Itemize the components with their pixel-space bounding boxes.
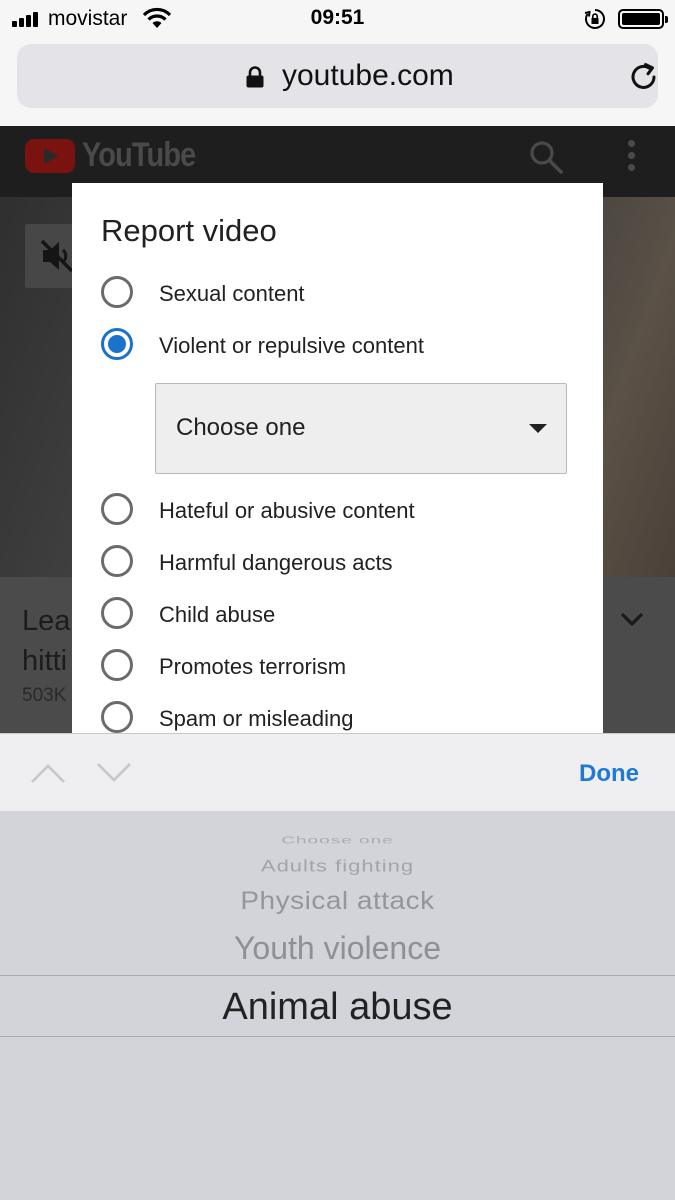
- battery-icon: [618, 9, 668, 29]
- done-button[interactable]: Done: [579, 760, 639, 788]
- dropdown-arrow-icon: [529, 424, 547, 433]
- radio-button[interactable]: [101, 649, 133, 681]
- muted-speaker-icon: [40, 239, 74, 273]
- option-sexual-content[interactable]: Sexual content: [101, 273, 581, 313]
- radio-button-selected[interactable]: [101, 328, 133, 360]
- option-promotes-terrorism[interactable]: Promotes terrorism: [101, 646, 581, 686]
- picker-item[interactable]: Choose one: [0, 835, 675, 844]
- option-label: Harmful dangerous acts: [159, 550, 393, 575]
- option-violent-repulsive-content[interactable]: Violent or repulsive content: [101, 325, 581, 365]
- option-label: Hateful or abusive content: [159, 498, 415, 523]
- picker-toolbar: Done: [0, 733, 675, 811]
- youtube-logo-text: YouTube: [82, 136, 196, 174]
- url-text: youtube.com: [282, 59, 454, 92]
- option-label: Sexual content: [159, 281, 305, 306]
- search-icon[interactable]: [528, 139, 564, 175]
- radio-button[interactable]: [101, 276, 133, 308]
- padlock-icon: [246, 66, 264, 88]
- picker-item[interactable]: Adults fighting: [0, 856, 675, 876]
- report-video-dialog: Report video Sexual content Violent or r…: [72, 183, 603, 733]
- youtube-logo-icon: [25, 139, 75, 173]
- option-label: Promotes terrorism: [159, 654, 347, 679]
- picker-item[interactable]: Physical attack: [0, 887, 675, 916]
- battery-fill: [622, 13, 660, 25]
- option-label: Child abuse: [159, 602, 276, 627]
- more-options-icon[interactable]: [626, 140, 636, 172]
- select-value: Choose one: [176, 414, 306, 441]
- option-harmful-dangerous-acts[interactable]: Harmful dangerous acts: [101, 542, 581, 582]
- browser-nav-area: youtube.com: [0, 38, 675, 126]
- orientation-lock-icon: [584, 9, 605, 29]
- picker-selected-item[interactable]: Animal abuse: [0, 986, 675, 1029]
- next-field-icon[interactable]: [96, 762, 132, 784]
- option-label: Violent or repulsive content: [159, 333, 424, 358]
- picker-wheel[interactable]: Choose one Adults fighting Physical atta…: [0, 811, 675, 1200]
- subcategory-select[interactable]: Choose one: [155, 383, 567, 474]
- picker-item[interactable]: Youth violence: [0, 930, 675, 967]
- option-child-abuse[interactable]: Child abuse: [101, 594, 581, 634]
- option-spam-misleading[interactable]: Spam or misleading: [101, 698, 581, 733]
- picker-selection-band: Animal abuse: [0, 975, 675, 1037]
- radio-button[interactable]: [101, 545, 133, 577]
- option-label: Spam or misleading: [159, 706, 354, 731]
- previous-field-icon[interactable]: [30, 762, 66, 784]
- reload-icon[interactable]: [627, 60, 661, 94]
- address-bar[interactable]: youtube.com: [17, 44, 658, 108]
- option-hateful-abusive-content[interactable]: Hateful or abusive content: [101, 490, 581, 530]
- radio-button[interactable]: [101, 597, 133, 629]
- status-time: 09:51: [310, 6, 365, 29]
- chevron-down-icon[interactable]: [620, 611, 644, 627]
- dialog-title: Report video: [101, 213, 277, 248]
- radio-button[interactable]: [101, 701, 133, 733]
- status-bar: movistar 09:51: [0, 0, 675, 38]
- radio-button[interactable]: [101, 493, 133, 525]
